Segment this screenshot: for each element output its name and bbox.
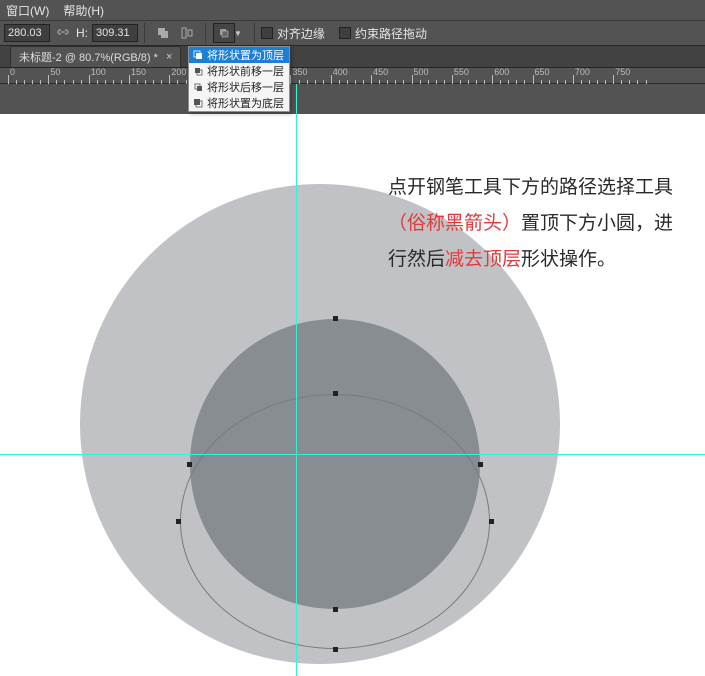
path-arrange-icon[interactable] — [213, 23, 235, 43]
divider — [254, 23, 255, 43]
guide-vertical[interactable] — [296, 114, 297, 676]
menu-help[interactable]: 帮助(H) — [63, 2, 104, 19]
path-anchor[interactable] — [489, 519, 494, 524]
options-bar: H: ▼ 对齐边缘 约束路径拖动 — [0, 20, 705, 46]
align-edges-label: 对齐边缘 — [277, 25, 325, 42]
guide-vertical[interactable] — [296, 84, 297, 114]
height-label: H: — [76, 26, 88, 40]
path-anchor[interactable] — [187, 462, 192, 467]
width-field[interactable] — [4, 24, 50, 42]
document-tabstrip: 未标题-2 @ 80.7%(RGB/8) * × — [0, 46, 705, 68]
arrange-dropdown: 将形状置为顶层将形状前移一层将形状后移一层将形状置为底层 — [188, 46, 290, 112]
path-anchor[interactable] — [333, 391, 338, 396]
path-op-combine-icon[interactable] — [152, 23, 174, 43]
menu-window[interactable]: 窗口(W) — [6, 2, 49, 19]
path-anchor[interactable] — [176, 519, 181, 524]
divider — [144, 23, 145, 43]
arrange-menu-item[interactable]: 将形状置为顶层 — [189, 47, 289, 63]
ruler-horizontal: 0501001502002503003504004505005506006507… — [0, 68, 705, 84]
annotation-text: 点开钢笔工具下方的路径选择工具（俗称黑箭头）置顶下方小圆，进行然后减去顶层形状操… — [388, 170, 678, 278]
align-edges-checkbox[interactable] — [261, 27, 273, 39]
canvas-area: 点开钢笔工具下方的路径选择工具（俗称黑箭头）置顶下方小圆，进行然后减去顶层形状操… — [0, 84, 705, 676]
tab-title: 未标题-2 @ 80.7%(RGB/8) * — [19, 49, 158, 65]
arrange-menu-item[interactable]: 将形状后移一层 — [189, 79, 289, 95]
dropdown-arrow-icon[interactable]: ▼ — [234, 29, 242, 38]
link-wh-icon[interactable] — [54, 24, 72, 42]
document-canvas[interactable]: 点开钢笔工具下方的路径选择工具（俗称黑箭头）置顶下方小圆，进行然后减去顶层形状操… — [0, 114, 705, 676]
document-tab[interactable]: 未标题-2 @ 80.7%(RGB/8) * × — [10, 46, 181, 67]
path-anchor[interactable] — [333, 607, 338, 612]
path-anchor[interactable] — [333, 316, 338, 321]
close-icon[interactable]: × — [166, 51, 172, 63]
constrain-drag-label: 约束路径拖动 — [355, 25, 427, 42]
height-field[interactable] — [92, 24, 138, 42]
path-anchor[interactable] — [478, 462, 483, 467]
menu-bar: 窗口(W) 帮助(H) — [0, 0, 705, 20]
divider — [205, 23, 206, 43]
constrain-drag-checkbox[interactable] — [339, 27, 351, 39]
path-align-icon[interactable] — [176, 23, 198, 43]
arrange-menu-item[interactable]: 将形状前移一层 — [189, 63, 289, 79]
guide-horizontal[interactable] — [0, 454, 705, 455]
path-anchor[interactable] — [333, 647, 338, 652]
arrange-menu-item[interactable]: 将形状置为底层 — [189, 95, 289, 111]
